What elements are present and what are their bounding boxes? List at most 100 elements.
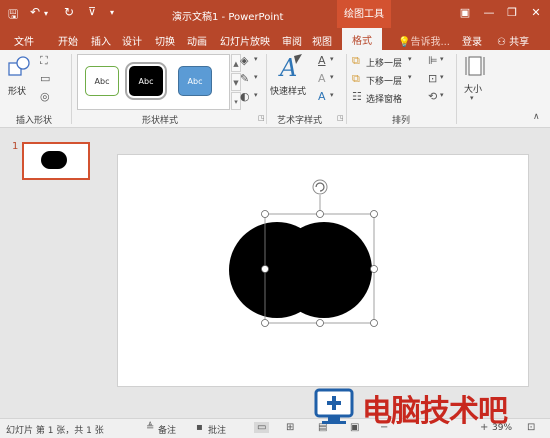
tab-format[interactable]: 格式	[342, 28, 382, 50]
notes-button[interactable]: 备注	[158, 423, 176, 436]
edit-shape-icon[interactable]: ⛶	[40, 54, 48, 68]
shape-style-3[interactable]: Abc	[178, 66, 212, 96]
shape-outline-dropdown-icon[interactable]: ▾	[254, 73, 258, 81]
tab-insert[interactable]: 插入	[91, 33, 111, 48]
resize-handle-bottom-left[interactable]	[261, 319, 269, 327]
tab-view[interactable]: 视图	[312, 33, 332, 48]
comments-button[interactable]: 批注	[208, 423, 226, 436]
thumbnail-shape	[41, 151, 67, 169]
svg-text:A: A	[278, 54, 297, 82]
shapes-icon	[8, 56, 30, 76]
merge-shapes-icon[interactable]: ◎	[40, 90, 50, 103]
ribbon-tabs: 文件 开始 插入 设计 切换 动画 幻灯片放映 审阅 视图 格式 💡告诉我...…	[0, 28, 550, 50]
tell-me-search[interactable]: 💡告诉我...	[398, 33, 450, 48]
sign-in-link[interactable]: 登录	[462, 33, 482, 48]
quick-styles-button[interactable]: A 快速样式	[270, 52, 312, 108]
size-button[interactable]: 大小 ▾	[460, 54, 490, 106]
rotate-dropdown-icon[interactable]: ▾	[440, 91, 444, 99]
wordart-a-icon: A	[278, 54, 302, 82]
shape-style-2[interactable]: Abc	[125, 62, 167, 100]
shape-outline-icon[interactable]: ✎	[240, 72, 249, 85]
ribbon: 形状 ⛶ ▭ ◎ 插入形状 Abc Abc Abc ▲ ▼ ▾ ◈ ▾ ✎ ▾ …	[0, 50, 550, 128]
wordart-dialog-launcher-icon[interactable]: ◳	[337, 114, 344, 122]
shape-styles-dialog-launcher-icon[interactable]: ◳	[258, 114, 265, 122]
shapes-label: 形状	[8, 87, 27, 97]
send-backward-label: 下移一层	[366, 77, 403, 87]
collapse-ribbon-icon[interactable]: ∧	[533, 112, 540, 122]
rotate-icon[interactable]: ⟲	[428, 90, 437, 103]
resize-handle-bottom-right[interactable]	[370, 319, 378, 327]
shape-effects-icon[interactable]: ◐	[240, 90, 250, 103]
quick-styles-label: 快速样式	[270, 87, 307, 97]
shape-style-1-label: Abc	[94, 77, 110, 86]
shape-styles-group-label: 形状样式	[142, 116, 179, 126]
watermark-logo-icon	[314, 388, 354, 424]
wordart-group-label: 艺术字样式	[277, 116, 323, 126]
align-icon[interactable]: ⊫	[428, 54, 438, 67]
insert-shapes-group-label: 插入形状	[16, 116, 53, 126]
slide-content	[229, 179, 378, 327]
text-outline-icon[interactable]: A	[318, 72, 326, 85]
shape-style-3-label: Abc	[187, 77, 203, 86]
send-backward-button[interactable]: ⧉ 下移一层 ▾	[352, 72, 416, 88]
undo-icon[interactable]: ↶	[30, 5, 40, 19]
slide-canvas[interactable]	[118, 155, 528, 386]
shape-style-1[interactable]: Abc	[85, 66, 119, 96]
person-icon: ⚇	[497, 37, 506, 48]
resize-handle-top[interactable]	[316, 210, 324, 218]
tab-home[interactable]: 开始	[58, 33, 78, 48]
slide-thumbnail[interactable]	[22, 142, 90, 180]
restore-button[interactable]: ❐	[503, 4, 521, 22]
shape-fill-dropdown-icon[interactable]: ▾	[254, 55, 258, 63]
tab-slideshow[interactable]: 幻灯片放映	[220, 33, 270, 48]
resize-handle-right[interactable]	[370, 265, 378, 273]
customize-toolbar-icon[interactable]: ▾	[110, 8, 114, 17]
shape-styles-gallery: Abc Abc Abc	[77, 54, 230, 110]
bring-forward-button[interactable]: ⧉ 上移一层 ▾	[352, 54, 416, 70]
shape-style-2-label: Abc	[138, 77, 154, 86]
group-icon[interactable]: ⊡	[428, 72, 437, 85]
share-button[interactable]: ⚇ 共享	[497, 33, 529, 48]
present-from-start-icon[interactable]: ⊽	[88, 5, 96, 18]
black-shape[interactable]	[229, 222, 372, 318]
slide-editing-area	[100, 128, 550, 418]
shapes-button[interactable]: 形状	[6, 54, 34, 104]
tab-review[interactable]: 审阅	[282, 33, 302, 48]
undo-dropdown-icon[interactable]: ▾	[44, 9, 48, 18]
rotate-handle-icon[interactable]	[312, 179, 328, 195]
slide-number: 1	[12, 141, 19, 152]
align-dropdown-icon[interactable]: ▾	[440, 55, 444, 63]
resize-handle-bottom[interactable]	[316, 319, 324, 327]
tab-animations[interactable]: 动画	[187, 33, 207, 48]
share-label: 共享	[509, 37, 530, 48]
close-button[interactable]: ✕	[527, 4, 545, 22]
save-icon[interactable]: 🖫	[8, 5, 18, 26]
shape-effects-dropdown-icon[interactable]: ▾	[254, 91, 258, 99]
text-box-icon[interactable]: ▭	[40, 72, 50, 85]
notes-icon[interactable]: ≜	[146, 422, 154, 433]
tab-file[interactable]: 文件	[14, 33, 34, 48]
text-effects-dropdown-icon[interactable]: ▾	[330, 91, 334, 99]
tab-transitions[interactable]: 切换	[155, 33, 175, 48]
minimize-button[interactable]: —	[480, 4, 498, 22]
size-dropdown-icon: ▾	[470, 94, 474, 102]
comments-icon[interactable]: ▪	[196, 422, 203, 433]
selection-pane-button[interactable]: ☷ 选择窗格	[352, 90, 416, 106]
send-backward-dropdown-icon: ▾	[408, 73, 412, 81]
watermark-text: 电脑技术吧	[362, 394, 508, 429]
resize-handle-left[interactable]	[261, 265, 269, 273]
resize-handle-top-right[interactable]	[370, 210, 378, 218]
resize-handle-top-left[interactable]	[261, 210, 269, 218]
slide-sorter-icon[interactable]: ⊞	[286, 422, 294, 433]
tab-design[interactable]: 设计	[122, 33, 142, 48]
text-fill-icon[interactable]: A	[318, 54, 326, 67]
text-effects-icon[interactable]: A	[318, 90, 326, 103]
shape-fill-icon[interactable]: ◈	[240, 54, 248, 67]
text-fill-dropdown-icon[interactable]: ▾	[330, 55, 334, 63]
redo-icon[interactable]: ↻	[64, 5, 74, 19]
title-bar: 🖫 ↶ ▾ ↻ ⊽ ▾ 演示文稿1 - PowerPoint 绘图工具 ▣ — …	[0, 0, 550, 28]
ribbon-display-options-icon[interactable]: ▣	[456, 4, 474, 22]
text-outline-dropdown-icon[interactable]: ▾	[330, 73, 334, 81]
normal-view-icon[interactable]: ▭	[254, 422, 270, 433]
group-dropdown-icon[interactable]: ▾	[440, 73, 444, 81]
